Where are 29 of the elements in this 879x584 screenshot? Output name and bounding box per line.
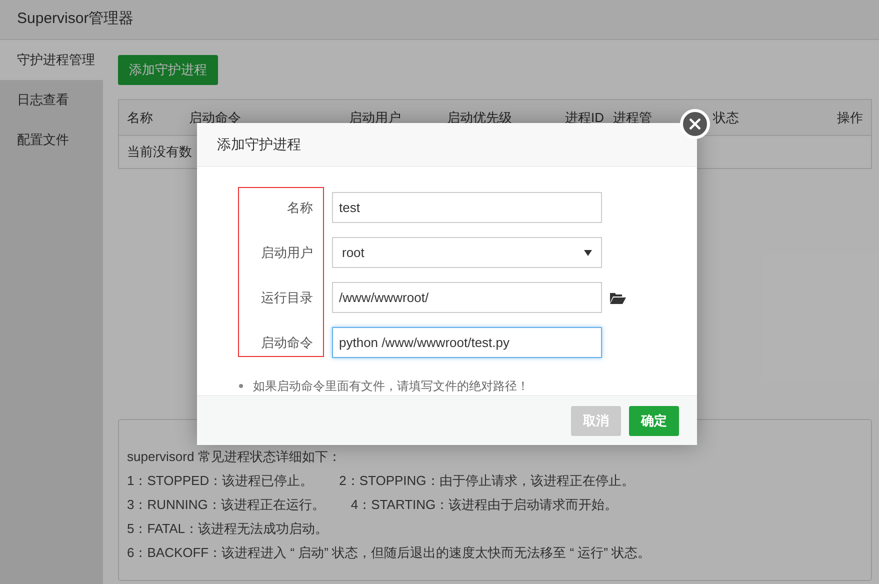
dialog-title: 添加守护进程	[217, 135, 301, 154]
input-field[interactable]: test	[332, 192, 602, 223]
column-header: 启动命令	[189, 108, 241, 127]
status-description: supervisord 常见进程状态详细如下：	[127, 448, 341, 466]
status-description: 1：STOPPED：该进程已停止。	[127, 472, 314, 490]
status-description: 3：RUNNING：该进程正在运行。	[127, 496, 325, 514]
field-label: 启动命令	[260, 334, 313, 352]
empty-table-text: 当前没有数	[127, 143, 192, 162]
column-header: 名称	[127, 108, 153, 127]
column-header: 状态	[713, 108, 739, 127]
sidebar-item[interactable]: 守护进程管理	[0, 40, 103, 80]
close-icon	[689, 118, 701, 130]
hint-text: 如果启动命令里面有文件，请填写文件的绝对路径！	[253, 378, 529, 395]
input-field[interactable]: /www/wwwroot/	[332, 282, 602, 313]
column-header: 启动用户	[349, 108, 401, 127]
status-description: 4：STARTING：该进程由于启动请求而开始。	[350, 496, 618, 514]
status-description: 6：BACKOFF：该进程进入 “ 启动” 状态，但随后退出的速度太快而无法移至 “ 运行” 状态。	[127, 544, 651, 562]
field-label: 名称	[286, 198, 313, 217]
input-field[interactable]: python /www/wwwroot/test.py	[332, 327, 602, 358]
app-title: Supervisor管理器	[17, 9, 134, 30]
status-description: 2：STOPPING：由于停止请求，该进程正在停止。	[339, 472, 634, 490]
column-header: 操作	[837, 108, 863, 127]
user-select[interactable]: root	[332, 237, 602, 268]
folder-icon[interactable]	[610, 292, 626, 304]
field-label: 启动用户	[260, 244, 313, 262]
dropdown-caret-icon	[584, 250, 592, 256]
bullet-icon	[239, 384, 243, 388]
status-description: 5：FATAL：该进程无法成功启动。	[127, 520, 328, 538]
field-label: 运行目录	[260, 288, 313, 307]
